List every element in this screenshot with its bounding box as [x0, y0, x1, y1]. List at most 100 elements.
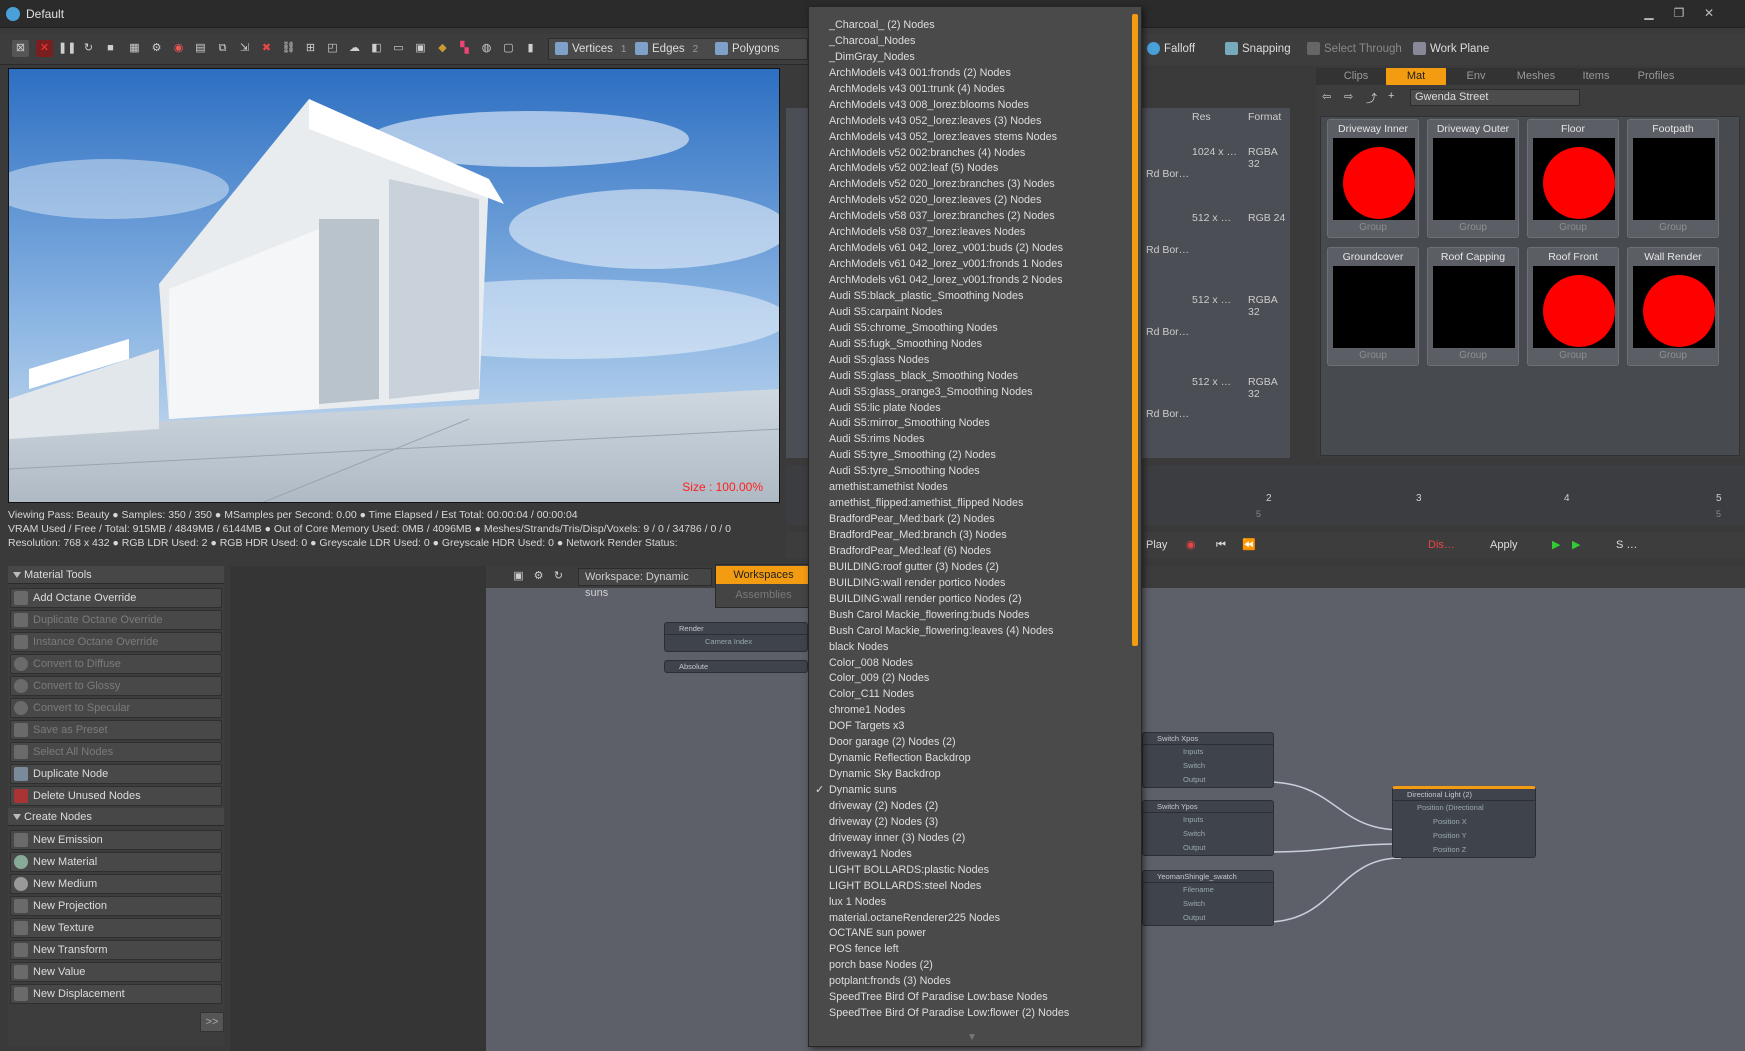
- tab-profiles[interactable]: Profiles: [1626, 68, 1686, 85]
- dropdown-item[interactable]: Audi S5:glass_orange3_Smoothing Nodes: [809, 384, 1129, 400]
- dropdown-item[interactable]: BradfordPear_Med:bark (2) Nodes: [809, 511, 1129, 527]
- convert-to-diffuse-button[interactable]: Convert to Diffuse: [10, 654, 222, 674]
- dropdown-item[interactable]: Dynamic suns: [809, 782, 1129, 798]
- convert-to-glossy-button[interactable]: Convert to Glossy: [10, 676, 222, 696]
- dropdown-item[interactable]: _DimGray_Nodes: [809, 49, 1129, 65]
- dropdown-item[interactable]: Bush Carol Mackie_flowering:leaves (4) N…: [809, 623, 1129, 639]
- link-icon[interactable]: ⛓: [280, 40, 297, 57]
- new-transform-button[interactable]: New Transform: [10, 940, 222, 960]
- new-texture-button[interactable]: New Texture: [10, 918, 222, 938]
- play-button[interactable]: Play: [1146, 535, 1167, 555]
- dropdown-item[interactable]: porch base Nodes (2): [809, 957, 1129, 973]
- select-all-nodes-button[interactable]: Select All Nodes: [10, 742, 222, 762]
- dropdown-item[interactable]: ArchModels v52 002:leaf (5) Nodes: [809, 160, 1129, 176]
- graph-settings-icon[interactable]: ⚙: [530, 568, 547, 585]
- dropdown-item[interactable]: Bush Carol Mackie_flowering:buds Nodes: [809, 607, 1129, 623]
- dropdown-item[interactable]: Dynamic Reflection Backdrop: [809, 750, 1129, 766]
- dropdown-item[interactable]: ArchModels v61 042_lorez_v001:buds (2) N…: [809, 240, 1129, 256]
- dropdown-item[interactable]: DOF Targets x3: [809, 718, 1129, 734]
- snapping-button[interactable]: Snapping: [1222, 38, 1308, 60]
- dropdown-item[interactable]: potplant:fronds (3) Nodes: [809, 973, 1129, 989]
- delete-icon[interactable]: ✖: [258, 40, 275, 57]
- dropdown-item[interactable]: driveway (2) Nodes (3): [809, 814, 1129, 830]
- convert-to-specular-button[interactable]: Convert to Specular: [10, 698, 222, 718]
- dropdown-item[interactable]: chrome1 Nodes: [809, 702, 1129, 718]
- first-frame-icon[interactable]: ⏮: [1216, 535, 1226, 555]
- settings-icon[interactable]: ⚙: [148, 40, 165, 57]
- directional-light-node[interactable]: Directional Light (2) Position (Directio…: [1392, 786, 1536, 858]
- library-select[interactable]: Gwenda Street: [1410, 89, 1580, 106]
- play-icon[interactable]: ▶: [1572, 535, 1580, 555]
- render-node[interactable]: Render Camera Index: [664, 622, 808, 652]
- stop-icon[interactable]: ■: [102, 40, 119, 57]
- add-octane-override-button[interactable]: Add Octane Override: [10, 588, 222, 608]
- material-card[interactable]: Roof Front Group: [1527, 247, 1619, 366]
- dropdown-item[interactable]: BradfordPear_Med:leaf (6) Nodes: [809, 543, 1129, 559]
- layer-icon[interactable]: ▤: [192, 40, 209, 57]
- dropdown-item[interactable]: Color_C11 Nodes: [809, 686, 1129, 702]
- dropdown-item[interactable]: ArchModels v52 020_lorez:branches (3) No…: [809, 176, 1129, 192]
- work-plane-button[interactable]: Work Plane: [1410, 38, 1500, 60]
- res-column-header[interactable]: Res: [1192, 111, 1211, 123]
- material-card[interactable]: Groundcover Group: [1327, 247, 1419, 366]
- new-material-button[interactable]: New Material: [10, 852, 222, 872]
- dropdown-item[interactable]: ArchModels v43 008_lorez:blooms Nodes: [809, 97, 1129, 113]
- select-through-button[interactable]: Select Through: [1304, 38, 1412, 60]
- back-icon[interactable]: ⇦: [1322, 90, 1336, 104]
- dropdown-item[interactable]: BUILDING:wall render portico Nodes: [809, 575, 1129, 591]
- dropdown-item[interactable]: SpeedTree Bird Of Paradise Low:base Node…: [809, 989, 1129, 1005]
- cube-icon[interactable]: ◧: [368, 40, 385, 57]
- lock-icon[interactable]: ▢: [500, 40, 517, 57]
- dis-button[interactable]: Dis…: [1428, 535, 1455, 555]
- graph-refresh-icon[interactable]: ↻: [550, 568, 567, 585]
- dropdown-item[interactable]: Color_009 (2) Nodes: [809, 670, 1129, 686]
- new-emission-button[interactable]: New Emission: [10, 830, 222, 850]
- stop-render-icon[interactable]: ⊠: [12, 40, 29, 57]
- workspaces-menu-item[interactable]: Workspaces: [716, 566, 811, 584]
- minimize-button[interactable]: ▁: [1635, 4, 1663, 22]
- play-forward-icon[interactable]: ▶: [1552, 535, 1560, 555]
- dropdown-item[interactable]: Audi S5:tyre_Smoothing (2) Nodes: [809, 447, 1129, 463]
- dropdown-item[interactable]: driveway inner (3) Nodes (2): [809, 830, 1129, 846]
- edges-button[interactable]: Edges 2: [632, 38, 712, 60]
- grid-icon[interactable]: ⊞: [302, 40, 319, 57]
- new-value-button[interactable]: New Value: [10, 962, 222, 982]
- dropdown-item[interactable]: ArchModels v52 002:branches (4) Nodes: [809, 145, 1129, 161]
- tab-mat[interactable]: Mat: [1386, 68, 1446, 85]
- dropdown-item[interactable]: Audi S5:mirror_Smoothing Nodes: [809, 415, 1129, 431]
- graph-select-icon[interactable]: ▣: [510, 568, 527, 585]
- cancel-icon[interactable]: ✕: [36, 40, 53, 57]
- new-displacement-button[interactable]: New Displacement: [10, 984, 222, 1004]
- dropdown-item[interactable]: ArchModels v61 042_lorez_v001:fronds 1 N…: [809, 256, 1129, 272]
- dropdown-item[interactable]: material.octaneRenderer225 Nodes: [809, 910, 1129, 926]
- dropdown-item[interactable]: Audi S5:rims Nodes: [809, 431, 1129, 447]
- render-viewport[interactable]: Size : 100.00%: [8, 68, 780, 503]
- material-card[interactable]: Floor Group: [1527, 119, 1619, 238]
- close-button[interactable]: ✕: [1695, 4, 1723, 22]
- dropdown-item[interactable]: ArchModels v52 020_lorez:leaves (2) Node…: [809, 192, 1129, 208]
- material-tools-header[interactable]: Material Tools: [8, 566, 224, 584]
- dropdown-item[interactable]: Audi S5:black_plastic_Smoothing Nodes: [809, 288, 1129, 304]
- format-column-header[interactable]: Format: [1248, 111, 1281, 123]
- dropdown-item[interactable]: BUILDING:roof gutter (3) Nodes (2): [809, 559, 1129, 575]
- dropdown-item[interactable]: ArchModels v43 052_lorez:leaves (3) Node…: [809, 113, 1129, 129]
- save-as-preset-button[interactable]: Save as Preset: [10, 720, 222, 740]
- tab-clips[interactable]: Clips: [1326, 68, 1386, 85]
- dropdown-item[interactable]: Audi S5:fugk_Smoothing Nodes: [809, 336, 1129, 352]
- color-wheel-icon[interactable]: ◉: [170, 40, 187, 57]
- clone-icon[interactable]: ⧉: [214, 40, 231, 57]
- material-card[interactable]: Footpath Group: [1627, 119, 1719, 238]
- dropdown-item[interactable]: ArchModels v43 001:fronds (2) Nodes: [809, 65, 1129, 81]
- pause-icon[interactable]: ❚❚: [58, 40, 76, 57]
- export-icon[interactable]: ⇲: [236, 40, 253, 57]
- material-icon[interactable]: ◆: [434, 40, 451, 57]
- dropdown-item[interactable]: Audi S5:glass Nodes: [809, 352, 1129, 368]
- expand-button[interactable]: >>: [200, 1012, 224, 1032]
- dropdown-item[interactable]: BradfordPear_Med:branch (3) Nodes: [809, 527, 1129, 543]
- dropdown-item[interactable]: BUILDING:wall render portico Nodes (2): [809, 591, 1129, 607]
- dropdown-item[interactable]: OCTANE sun power: [809, 925, 1129, 941]
- add-icon[interactable]: +: [1388, 90, 1402, 104]
- material-card[interactable]: Driveway Outer Group: [1427, 119, 1519, 238]
- new-projection-button[interactable]: New Projection: [10, 896, 222, 916]
- dropdown-item[interactable]: Color_008 Nodes: [809, 655, 1129, 671]
